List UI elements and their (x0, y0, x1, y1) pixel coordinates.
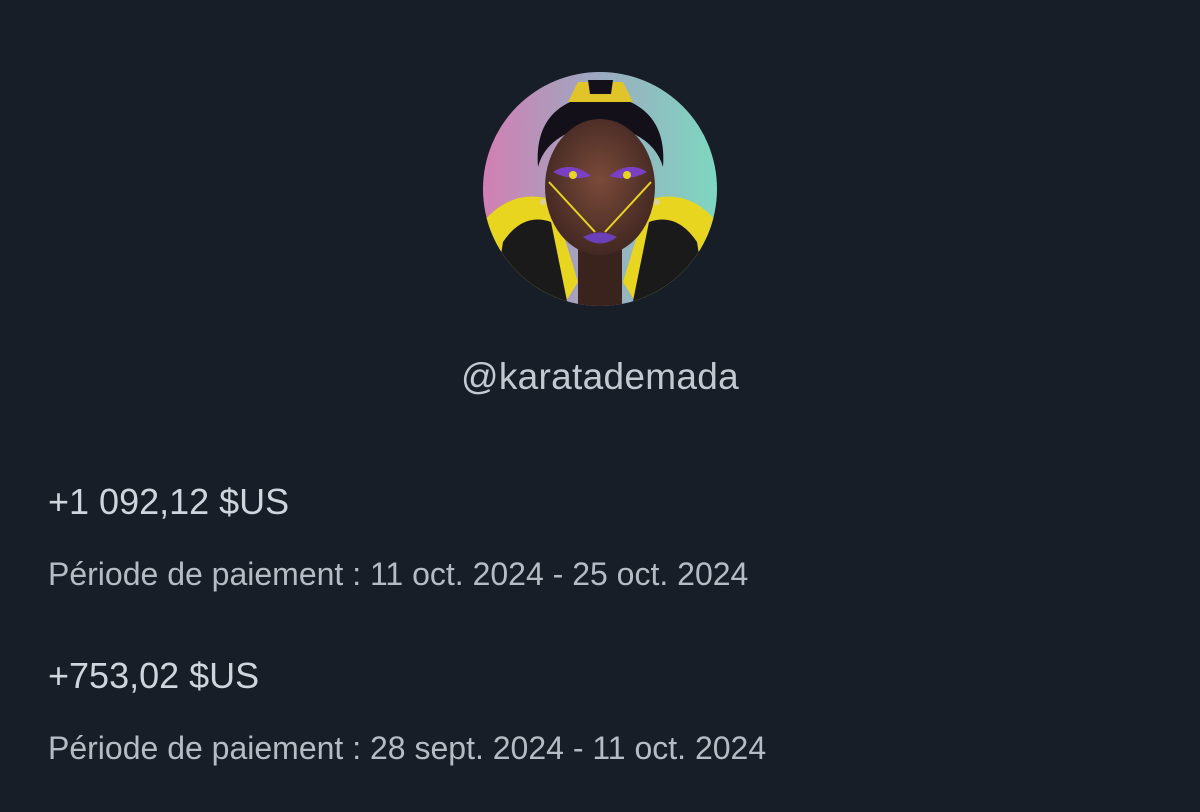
payment-entry: +753,02 $US Période de paiement : 28 sep… (48, 654, 1148, 768)
payment-amount: +1 092,12 $US (48, 481, 290, 522)
profile-avatar[interactable] (483, 72, 717, 306)
payment-period: Période de paiement : 28 sept. 2024 - 11… (48, 730, 767, 766)
payment-period: Période de paiement : 11 oct. 2024 - 25 … (48, 556, 749, 592)
profile-handle: @karatademada (460, 356, 739, 397)
payment-amount: +753,02 $US (48, 655, 260, 696)
avatar-illustration-icon (483, 72, 717, 306)
payment-entry: +1 092,12 $US Période de paiement : 11 o… (48, 480, 1148, 594)
